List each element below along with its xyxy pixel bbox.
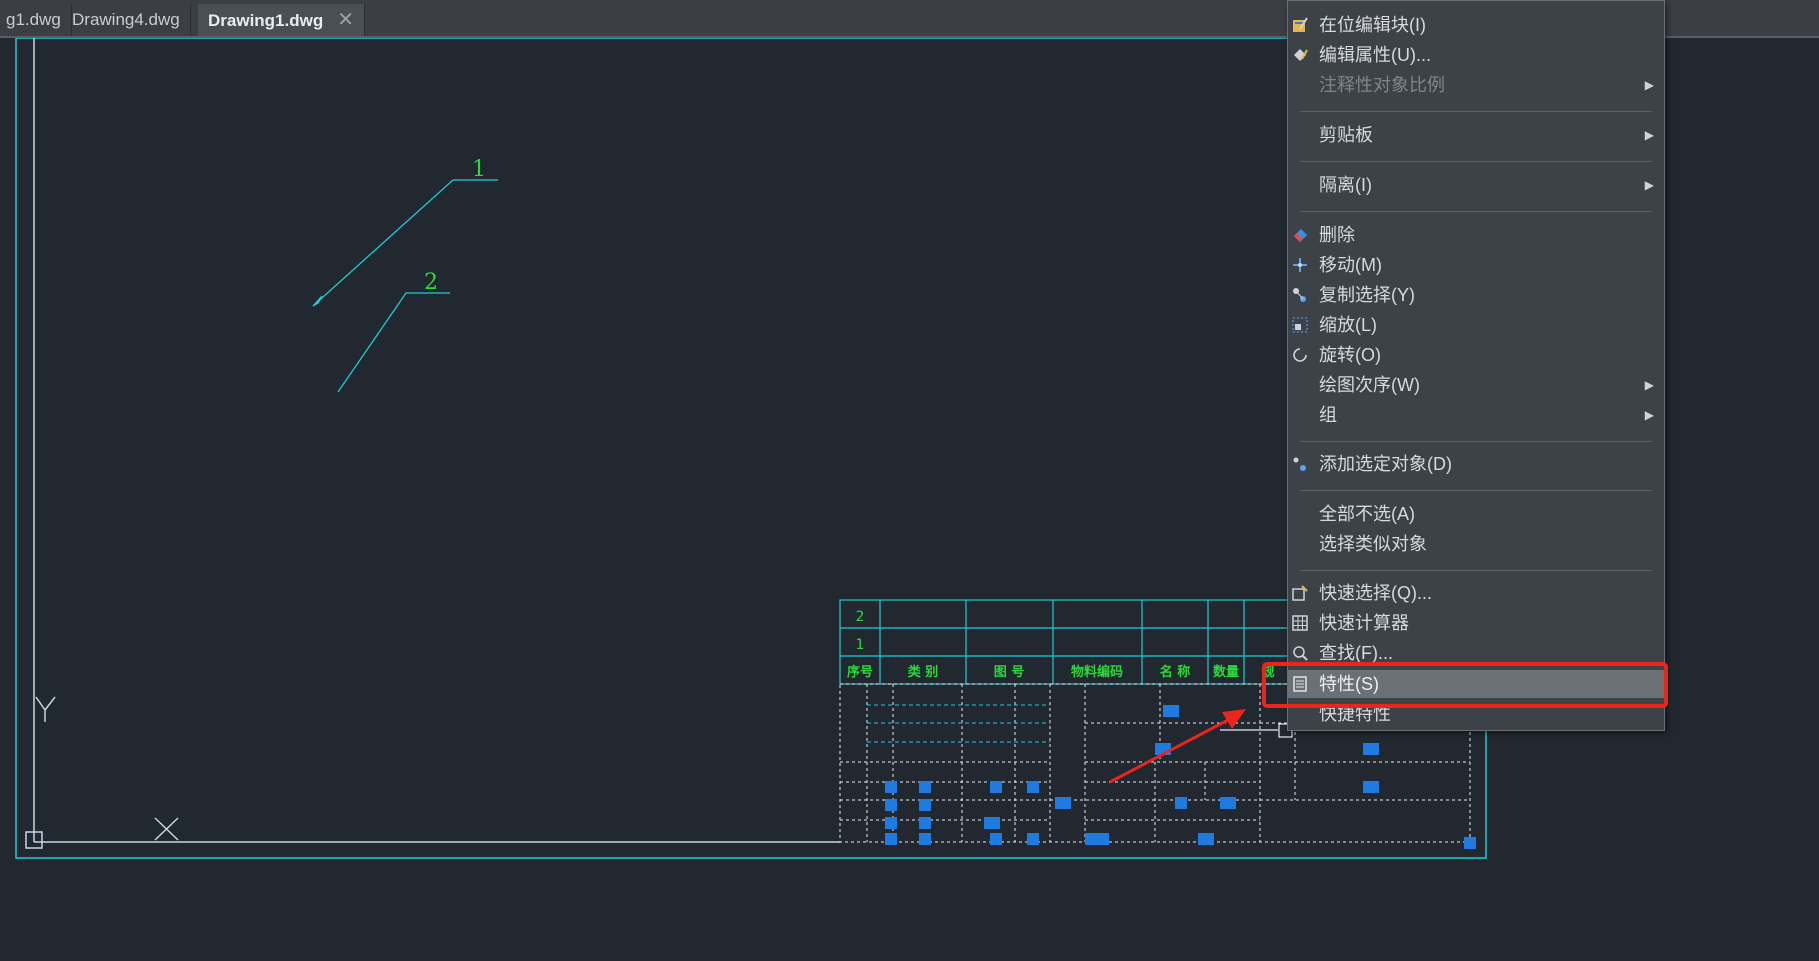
menu-label: 剪贴板 — [1319, 125, 1373, 145]
menu-label: 查找(F)... — [1319, 643, 1393, 663]
header-cell: 物料编码 — [1071, 664, 1123, 680]
menu-label: 选择类似对象 — [1319, 534, 1427, 554]
tab-label: Drawing4.dwg — [72, 10, 180, 29]
find-icon — [1291, 644, 1309, 662]
menu-label: 删除 — [1319, 225, 1355, 245]
menu-label: 注释性对象比例 — [1319, 75, 1445, 95]
menu-label: 在位编辑块(I) — [1319, 15, 1426, 35]
menu-label: 旋转(O) — [1319, 345, 1381, 365]
menu-label: 隔离(I) — [1319, 175, 1372, 195]
menu-separator — [1300, 490, 1652, 491]
quick-select-icon — [1291, 584, 1309, 602]
calculator-icon — [1291, 614, 1309, 632]
menu-item-rotate[interactable]: 旋转(O) — [1288, 341, 1664, 369]
menu-item-clipboard[interactable]: 剪贴板 ▶ — [1288, 121, 1664, 149]
menu-item-group[interactable]: 组 ▶ — [1288, 401, 1664, 429]
scale-icon — [1291, 316, 1309, 334]
menu-label: 复制选择(Y) — [1319, 285, 1415, 305]
leader-1[interactable] — [312, 179, 498, 307]
add-selected-icon — [1291, 455, 1309, 473]
highlight-box — [1262, 662, 1668, 708]
leader-label-2: 2 — [424, 270, 438, 295]
menu-label: 移动(M) — [1319, 255, 1382, 275]
header-cell: 序号 — [847, 664, 873, 680]
submenu-arrow-icon: ▶ — [1644, 378, 1654, 392]
leader-label-1: 1 — [472, 157, 486, 182]
menu-item-erase[interactable]: 删除 — [1288, 221, 1664, 249]
header-cell: 名 称 — [1160, 664, 1191, 680]
menu-separator — [1300, 211, 1652, 212]
header-cell: 数量 — [1213, 664, 1239, 680]
menu-item-deselect-all[interactable]: 全部不选(A) — [1288, 500, 1664, 528]
move-icon — [1291, 256, 1309, 274]
tab-label: Drawing1.dwg — [208, 11, 324, 30]
menu-item-edit-attributes[interactable]: 编辑属性(U)... — [1288, 41, 1664, 69]
menu-separator — [1300, 570, 1652, 571]
header-cell: 图 号 — [994, 665, 1025, 680]
submenu-arrow-icon: ▶ — [1644, 128, 1654, 142]
ucs-y-letter-icon — [35, 696, 56, 722]
menu-item-quick-select[interactable]: 快速选择(Q)... — [1288, 579, 1664, 607]
menu-item-annotative-scale[interactable]: 注释性对象比例 ▶ — [1288, 71, 1664, 99]
menu-item-move[interactable]: 移动(M) — [1288, 251, 1664, 279]
submenu-arrow-icon: ▶ — [1644, 178, 1654, 192]
edit-block-icon — [1291, 16, 1309, 34]
menu-item-isolate[interactable]: 隔离(I) ▶ — [1288, 171, 1664, 199]
drawing-border — [15, 38, 1487, 859]
submenu-arrow-icon: ▶ — [1644, 408, 1654, 422]
menu-separator — [1300, 161, 1652, 162]
menu-separator — [1300, 441, 1652, 442]
tab-drawing1[interactable]: Drawing1.dwg ✕ — [198, 4, 365, 36]
menu-item-copy-selection[interactable]: 复制选择(Y) — [1288, 281, 1664, 309]
context-menu: 在位编辑块(I) 编辑属性(U)... 注释性对象比例 ▶ 剪贴板 ▶ 隔离(I… — [1287, 0, 1665, 731]
edit-attribute-icon — [1291, 46, 1309, 64]
menu-item-quick-calculator[interactable]: 快速计算器 — [1288, 609, 1664, 637]
menu-label: 添加选定对象(D) — [1319, 454, 1452, 474]
menu-item-draw-order[interactable]: 绘图次序(W) ▶ — [1288, 371, 1664, 399]
menu-label: 快速选择(Q)... — [1319, 583, 1432, 603]
tab-label: g1.dwg — [6, 10, 61, 29]
copy-icon — [1291, 286, 1309, 304]
ucs-x-letter-icon — [154, 817, 179, 841]
eraser-icon — [1291, 226, 1309, 244]
menu-label: 编辑属性(U)... — [1319, 45, 1431, 65]
menu-label: 绘图次序(W) — [1319, 375, 1420, 395]
menu-item-select-similar[interactable]: 选择类似对象 — [1288, 530, 1664, 558]
close-tab-icon[interactable]: ✕ — [337, 4, 354, 36]
menu-label: 全部不选(A) — [1319, 504, 1415, 524]
row-number-2: 2 — [856, 609, 865, 625]
menu-item-scale[interactable]: 缩放(L) — [1288, 311, 1664, 339]
menu-separator — [1300, 111, 1652, 112]
menu-label: 组 — [1319, 405, 1337, 425]
header-cell: 类 别 — [908, 664, 939, 680]
row-number-1: 1 — [856, 637, 865, 653]
submenu-arrow-icon: ▶ — [1644, 78, 1654, 92]
annotation-arrow — [1109, 709, 1246, 784]
menu-item-add-selected[interactable]: 添加选定对象(D) — [1288, 450, 1664, 478]
menu-label: 缩放(L) — [1319, 315, 1377, 335]
menu-item-in-place-edit-block[interactable]: 在位编辑块(I) — [1288, 11, 1664, 39]
rotate-icon — [1291, 346, 1309, 364]
tab-drawing4[interactable]: Drawing4.dwg — [62, 4, 191, 36]
menu-label: 快速计算器 — [1319, 613, 1409, 633]
leader-2[interactable] — [337, 292, 450, 393]
